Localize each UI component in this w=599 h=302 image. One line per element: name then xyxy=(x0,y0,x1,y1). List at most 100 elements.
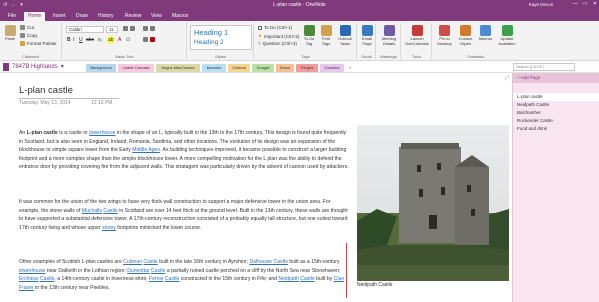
chevron-down-icon: ▾ xyxy=(60,64,64,70)
expand-icon[interactable]: ⤢ xyxy=(505,75,509,81)
tag-todo[interactable]: To Do (Ctrl+1) xyxy=(258,25,292,30)
user-name[interactable]: Kaye Decus xyxy=(529,2,553,7)
section-tab-fergus[interactable]: Fergus xyxy=(296,64,318,72)
photo-caption[interactable]: Neidpath Castle xyxy=(357,282,393,288)
maximize-icon[interactable]: □ xyxy=(584,1,587,7)
font-size-select[interactable]: 11 xyxy=(106,26,118,33)
meeting-details-button[interactable]: Meeting Details xyxy=(379,25,399,46)
pin-to-desktop-button[interactable]: Pin to Desktop xyxy=(435,25,454,46)
tag-question[interactable]: ? Question (Ctrl+3) xyxy=(258,41,297,46)
paragraph-1[interactable]: An L-plan castle is a castle or towerhou… xyxy=(19,129,351,172)
strikethrough-button[interactable]: abc xyxy=(86,37,94,43)
section-tab-castle-carcass[interactable]: Castle Carcass xyxy=(118,64,154,72)
ribbon: Paste Cut Copy Format Painter Clipboard … xyxy=(0,21,599,61)
notebook-icon xyxy=(3,63,9,71)
bullets-button[interactable] xyxy=(123,26,135,31)
align-button[interactable] xyxy=(143,37,155,42)
basic-text-group-label: Basic Text xyxy=(115,54,134,59)
add-section-button[interactable]: + xyxy=(346,64,354,72)
italic-button[interactable]: I xyxy=(73,37,74,43)
section-tab-dougal[interactable]: Dougal xyxy=(252,64,274,72)
subscript-button[interactable]: x₂ xyxy=(98,37,102,43)
tab-insert[interactable]: Insert xyxy=(49,12,70,21)
page-title[interactable]: L-plan castle xyxy=(19,85,73,96)
section-tab-cultural[interactable]: Cultural xyxy=(228,64,250,72)
section-tab-ewan[interactable]: Ewan xyxy=(276,64,294,72)
cursor-marker xyxy=(346,243,347,298)
copy-button[interactable]: Copy xyxy=(20,33,38,38)
castle-photo[interactable] xyxy=(357,125,509,281)
meeting-icon xyxy=(383,25,395,36)
outlook-tasks-icon xyxy=(339,25,351,36)
window-controls: — □ ✕ xyxy=(573,1,597,7)
notebook-name: 7847B Highlands xyxy=(12,64,58,70)
title-divider xyxy=(19,98,119,99)
font-name-select[interactable]: Calibri xyxy=(66,26,104,33)
close-icon[interactable]: ✕ xyxy=(593,1,597,7)
tab-file[interactable]: File xyxy=(4,12,20,21)
tab-macros[interactable]: Macros xyxy=(168,12,192,21)
custom-styles-button[interactable]: Custom Styles xyxy=(456,25,475,46)
bullets-icon xyxy=(123,26,128,31)
tab-review[interactable]: Review xyxy=(121,12,145,21)
section-tab-bannies[interactable]: Bannies xyxy=(202,64,226,72)
section-tab-goodies[interactable]: Goodies xyxy=(320,64,344,72)
checkbox-icon xyxy=(258,25,262,30)
meetings-group: Meeting Details Meetings xyxy=(377,23,401,59)
tags-group: To Do (Ctrl+1) ★ Important (Ctrl+2) ? Ques… xyxy=(255,23,357,59)
page-item-l-plan-castle[interactable]: L-plan castle xyxy=(513,93,599,101)
indent-button[interactable] xyxy=(143,26,155,31)
tag-important[interactable]: ★ Important (Ctrl+2) xyxy=(258,33,299,39)
question-icon: ? xyxy=(258,41,261,46)
notebook-selector[interactable]: 7847B Highlands ▾ xyxy=(3,62,64,72)
bold-button[interactable]: B xyxy=(67,37,71,43)
star-icon: ★ xyxy=(258,33,263,38)
styles-group-label: Styles xyxy=(215,54,226,59)
tab-home[interactable]: Home xyxy=(24,12,46,21)
email-page-button[interactable]: Email Page xyxy=(360,25,374,46)
styles-gallery[interactable]: Heading 1 Heading 2 xyxy=(190,25,252,50)
window-title: L-plan castle - OneNote xyxy=(273,2,326,8)
delete-icon xyxy=(150,37,155,42)
heading-1-style[interactable]: Heading 1 xyxy=(194,28,228,37)
page-date: Tuesday, May 13, 2014 xyxy=(19,100,71,106)
title-bar: ↺ ← ▾ L-plan castle - OneNote Kaye Decus… xyxy=(0,0,599,10)
tools-group: Launch OneCalendar Tools xyxy=(402,23,432,59)
heading-2-style[interactable]: Heading 2 xyxy=(194,39,224,46)
tab-draw[interactable]: Draw xyxy=(72,12,92,21)
cut-button[interactable]: Cut xyxy=(20,25,34,30)
paste-icon xyxy=(4,25,16,36)
paste-button[interactable]: Paste xyxy=(3,25,17,42)
page-canvas[interactable]: ⤢ L-plan castle Tuesday, May 13, 2014 12… xyxy=(0,73,512,302)
numbering-icon xyxy=(130,26,135,31)
format-painter-button[interactable]: Format Painter xyxy=(20,41,57,46)
page-item-neidpath-castle[interactable]: Neidpath Castle xyxy=(513,101,599,109)
align-icon xyxy=(143,37,148,42)
page-item-rockender-castle[interactable]: Rockender Castle xyxy=(513,117,599,125)
launch-onecalendar-button[interactable]: Launch OneCalendar xyxy=(404,25,430,46)
update-available-button[interactable]: Update Available! xyxy=(496,25,518,46)
minimize-icon[interactable]: — xyxy=(573,1,578,7)
page-item-food-and-drink[interactable]: Food and drink xyxy=(513,125,599,133)
paragraph-2[interactable]: It was common for the union of the two w… xyxy=(19,198,351,232)
tab-history[interactable]: History xyxy=(94,12,118,21)
font-color-button[interactable]: A xyxy=(118,37,121,43)
outlook-tasks-button[interactable]: Outlook Tasks xyxy=(336,25,354,46)
scissors-icon xyxy=(20,25,25,30)
basic-text-group: Calibri 11 B I U abc x₂ ab A ∅ Basic Tex… xyxy=(63,23,187,59)
brush-icon xyxy=(20,41,25,46)
macros-button[interactable]: Macros xyxy=(477,25,494,42)
add-page-button[interactable]: + Add Page xyxy=(513,73,599,83)
update-icon xyxy=(501,25,513,36)
search-input[interactable]: Search (Ctrl+E) xyxy=(513,63,575,71)
section-tab-background[interactable]: Background xyxy=(86,64,116,72)
tab-view[interactable]: View xyxy=(147,12,166,21)
todo-tag-button[interactable]: To Do Tag xyxy=(302,25,316,46)
page-item-balchanther[interactable]: Balchanther xyxy=(513,109,599,117)
find-tags-button[interactable]: Find Tags xyxy=(319,25,333,46)
clear-formatting-button[interactable]: ∅ xyxy=(126,37,130,43)
highlight-button[interactable]: ab xyxy=(108,37,114,43)
paragraph-3[interactable]: Other examples of Scottish L-plan castle… xyxy=(19,258,351,292)
underline-button[interactable]: U xyxy=(79,37,83,43)
section-tab-angus[interactable]: Angus MacCasses xyxy=(156,64,200,72)
